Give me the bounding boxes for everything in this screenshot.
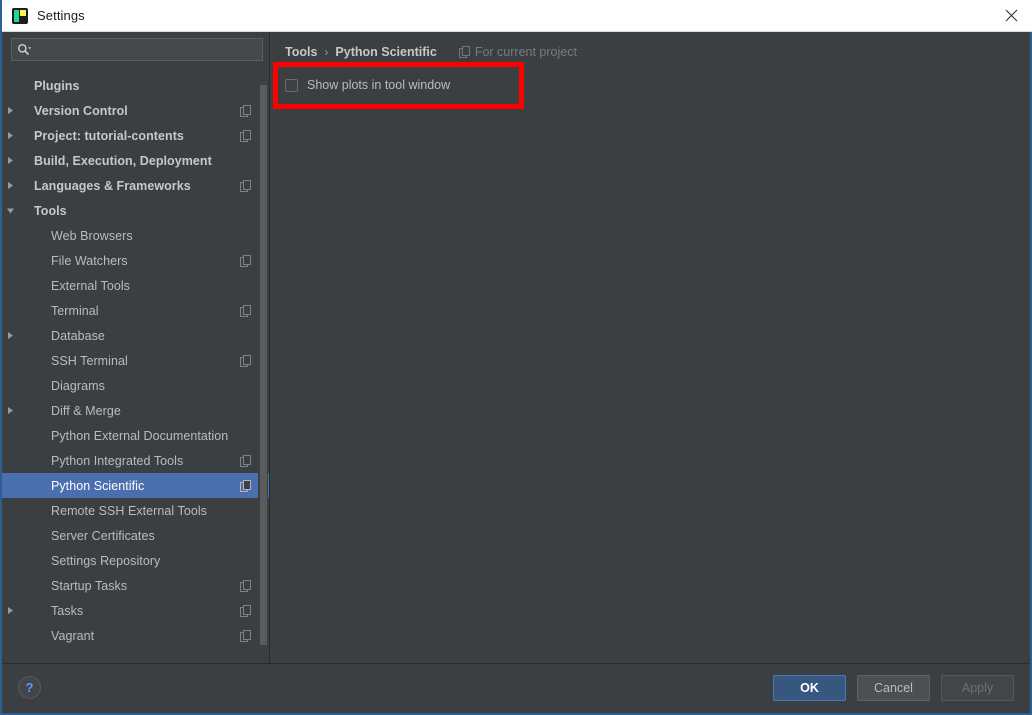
search-icon (17, 43, 32, 56)
sidebar-item-database[interactable]: Database (2, 323, 269, 348)
show-plots-label: Show plots in tool window (307, 78, 451, 92)
show-plots-checkbox-row[interactable]: Show plots in tool window (285, 75, 450, 95)
chevron-right-icon[interactable] (2, 606, 18, 615)
copy-scope-icon (240, 629, 251, 642)
sidebar-item-label: External Tools (51, 278, 130, 293)
pycharm-icon (12, 7, 28, 24)
sidebar-item-python-scientific[interactable]: Python Scientific (2, 473, 269, 498)
chevron-right-icon[interactable] (2, 331, 18, 340)
help-icon: ? (25, 680, 34, 695)
sidebar-scrollbar[interactable] (258, 67, 268, 663)
sidebar-item-label: Tools (34, 203, 67, 218)
settings-options: Show plots in tool window (285, 75, 1015, 95)
settings-tree: Editor Plugins Version Control Project: tut… (2, 67, 269, 663)
dialog-footer: ? OK Cancel Apply (2, 663, 1030, 712)
show-plots-checkbox[interactable] (285, 78, 298, 92)
sidebar-item-label: File Watchers (51, 253, 128, 268)
sidebar-item-python-integrated-tools[interactable]: Python Integrated Tools (2, 448, 269, 473)
chevron-down-icon[interactable] (2, 206, 18, 215)
sidebar-item-label: Terminal (51, 303, 99, 318)
chevron-right-icon[interactable] (2, 406, 18, 415)
copy-scope-icon (240, 129, 251, 142)
sidebar-item-diff-merge[interactable]: Diff & Merge (2, 398, 269, 423)
sidebar-item-project-tutorial-contents[interactable]: Project: tutorial-contents (2, 123, 269, 148)
sidebar-item-version-control[interactable]: Version Control (2, 98, 269, 123)
chevron-right-icon[interactable] (2, 106, 18, 115)
breadcrumb-current: Python Scientific (335, 45, 437, 59)
sidebar-item-label: Editor (18, 67, 70, 68)
chevron-right-icon[interactable] (2, 131, 18, 140)
breadcrumb-separator: › (324, 45, 329, 59)
copy-scope-icon (240, 479, 251, 492)
window-title: Settings (37, 8, 85, 23)
sidebar-item-python-external-documentation[interactable]: Python External Documentation (2, 423, 269, 448)
title-bar: Settings (2, 0, 1032, 32)
chevron-right-icon[interactable] (2, 181, 18, 190)
sidebar-item-remote-ssh-external-tools[interactable]: Remote SSH External Tools (2, 498, 269, 523)
sidebar-item-plugins[interactable]: Plugins (2, 73, 269, 98)
breadcrumb-parent[interactable]: Tools (285, 45, 317, 59)
sidebar-item-terminal[interactable]: Terminal (2, 298, 269, 323)
sidebar-item-label: Server Certificates (51, 528, 155, 543)
sidebar-item-label: Vagrant (51, 628, 95, 643)
project-scope-note: For current project (458, 45, 577, 59)
copy-scope-icon (458, 46, 470, 58)
close-icon[interactable] (988, 0, 1032, 30)
copy-scope-icon (240, 454, 251, 467)
sidebar-item-label: Python External Documentation (51, 428, 229, 443)
project-scope-label: For current project (474, 45, 577, 59)
sidebar-item-languages-frameworks[interactable]: Languages & Frameworks (2, 173, 269, 198)
breadcrumb: Tools › Python Scientific For current pr… (285, 43, 577, 61)
sidebar-item-diagrams[interactable]: Diagrams (2, 373, 269, 398)
sidebar-item-label: Database (51, 328, 105, 343)
copy-scope-icon (240, 579, 251, 592)
sidebar-item-label: SSH Terminal (51, 353, 128, 368)
sidebar-item-ssh-terminal[interactable]: SSH Terminal (2, 348, 269, 373)
sidebar-item-label: Tasks (51, 603, 84, 618)
copy-scope-icon (240, 604, 251, 617)
chevron-right-icon[interactable] (2, 156, 18, 165)
sidebar-item-startup-tasks[interactable]: Startup Tasks (2, 573, 269, 598)
sidebar-item-tasks[interactable]: Tasks (2, 598, 269, 623)
sidebar-item-label: Diagrams (51, 378, 105, 393)
settings-dialog: Settings EditorPluginsVersion (0, 0, 1032, 715)
cancel-button[interactable]: Cancel (857, 675, 930, 701)
sidebar-item-server-certificates[interactable]: Server Certificates (2, 523, 269, 548)
ok-button[interactable]: OK (773, 675, 846, 701)
sidebar-item-file-watchers[interactable]: File Watchers (2, 248, 269, 273)
sidebar-item-label: Diff & Merge (51, 403, 121, 418)
sidebar-item-settings-repository[interactable]: Settings Repository (2, 548, 269, 573)
settings-content: Tools › Python Scientific For current pr… (271, 31, 1030, 663)
sidebar-scrollbar-thumb[interactable] (260, 85, 267, 645)
sidebar-item-label: Startup Tasks (51, 578, 128, 593)
sidebar-item-label: Plugins (34, 78, 80, 93)
copy-scope-icon (240, 304, 251, 317)
sidebar-item-label: Build, Execution, Deployment (34, 153, 212, 168)
copy-scope-icon (240, 179, 251, 192)
sidebar-item-label: Python Integrated Tools (51, 453, 184, 468)
settings-sidebar: Editor Plugins Version Control Project: tut… (2, 31, 270, 663)
search-field[interactable] (11, 38, 263, 61)
copy-scope-icon (240, 254, 251, 267)
sidebar-item-label: Settings Repository (51, 553, 161, 568)
sidebar-item-label: Languages & Frameworks (34, 178, 191, 193)
sidebar-item-web-browsers[interactable]: Web Browsers (2, 223, 269, 248)
sidebar-item-label: Project: tutorial-contents (34, 128, 184, 143)
sidebar-item-tools[interactable]: Tools (2, 198, 269, 223)
sidebar-item-build-execution-deployment[interactable]: Build, Execution, Deployment (2, 148, 269, 173)
help-button[interactable]: ? (18, 676, 41, 699)
sidebar-item-external-tools[interactable]: External Tools (2, 273, 269, 298)
copy-scope-icon (240, 354, 251, 367)
sidebar-item-label: Web Browsers (51, 228, 133, 243)
dialog-buttons: OK Cancel Apply (773, 675, 1014, 701)
apply-button: Apply (941, 675, 1014, 701)
sidebar-item-vagrant[interactable]: Vagrant (2, 623, 269, 648)
dialog-body: Editor Plugins Version Control Project: tut… (2, 31, 1030, 712)
copy-scope-icon (240, 104, 251, 117)
sidebar-item-label: Remote SSH External Tools (51, 503, 207, 518)
sidebar-item-label: Python Scientific (51, 478, 145, 493)
search-input[interactable] (32, 40, 262, 59)
sidebar-item-label: Version Control (34, 103, 128, 118)
